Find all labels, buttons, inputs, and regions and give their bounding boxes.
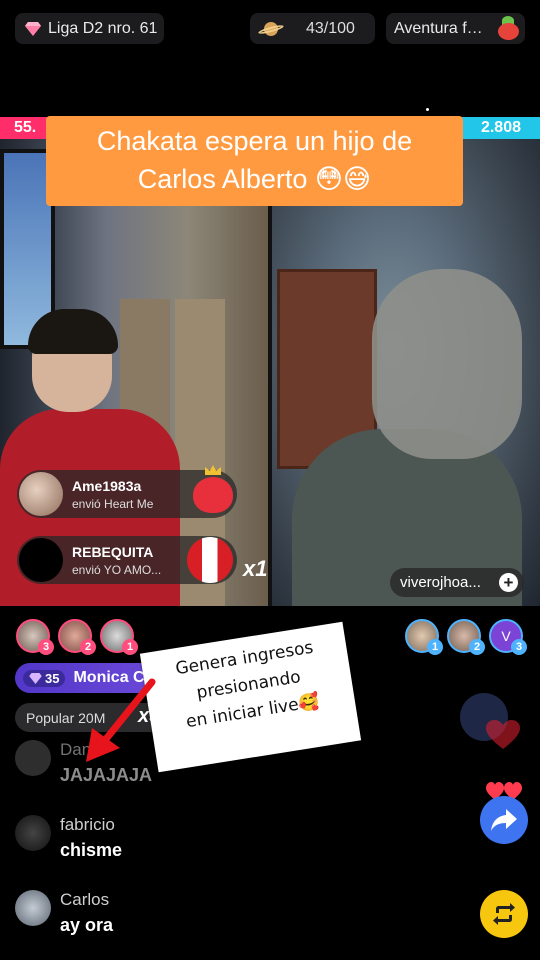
top-gifter-avatar[interactable]: 1 [100,619,138,655]
top-gifter-avatar[interactable]: 2 [58,619,96,655]
adventure-label: Aventura f… [394,19,483,37]
opponent-streamer-tag[interactable]: viverojhoa... + [390,568,524,597]
left-score: 55. [14,119,37,136]
progress-pill[interactable]: 43/100 [250,13,375,44]
fruit-sticker-icon [495,16,521,41]
top-gifter-avatar[interactable]: V 3 [489,619,527,655]
list-item: Carlos ay ora [15,890,113,936]
right-score-bar: 2.808 [460,117,540,139]
list-item: fabricio chisme [15,815,122,861]
top-gifter-avatar[interactable]: 3 [16,619,54,655]
streamer-left-hair [28,309,118,354]
gift-description: envió YO AMO... [72,562,162,577]
promo-sticker: Genera ingresos presionando en iniciar l… [139,621,362,773]
avatar[interactable] [15,815,51,851]
right-stream-video[interactable] [272,139,540,606]
comment-message: JAJAJAJA [60,765,153,785]
gift-sender: REBEQUITA [72,543,154,560]
gift-notification: REBEQUITA envió YO AMO... [17,536,237,584]
red-arrow-icon [86,678,156,762]
gift-sender: Ame1983a [72,477,142,494]
decor-dot [426,108,429,111]
avatar [19,538,63,582]
comment-username[interactable]: Carlos [60,890,113,910]
progress-count: 43/100 [306,19,355,37]
heart-gift-icon [187,465,239,517]
avatar[interactable] [15,890,51,926]
comment-message: chisme [60,840,123,860]
level-badge: 35 [23,669,66,687]
gift-description: envió Heart Me [72,496,154,511]
avatar [19,472,63,516]
repost-button[interactable] [480,890,528,938]
top-gifter-avatar[interactable]: 1 [405,619,443,655]
league-label: Liga D2 nro. 61 [48,19,158,37]
planet-icon [257,20,285,38]
peru-ball-gift-icon [187,537,239,583]
gift-notification: Ame1983a envió Heart Me [17,465,239,518]
comment-message: ay ora [60,915,114,935]
top-gifter-avatar[interactable]: 2 [447,619,485,655]
comment-username[interactable]: fabricio [60,815,122,835]
avatar[interactable] [15,740,51,776]
streamer-right-face [372,269,522,459]
repost-icon [493,903,515,925]
video-caption: Chakata espera un hijo de Carlos Alberto… [46,116,463,206]
share-arrow-icon [491,809,517,831]
diamond-icon [29,672,42,684]
opponent-username: viverojhoa... [400,574,481,591]
league-pill[interactable]: Liga D2 nro. 61 [15,13,164,44]
follow-plus-icon[interactable]: + [499,573,518,592]
share-button[interactable] [480,796,528,844]
adventure-pill[interactable]: Aventura f… [386,13,525,44]
right-score: 2.808 [480,119,521,136]
faded-heart-icon [486,720,520,749]
gift-combo-count: x1 [243,556,268,581]
diamond-icon [25,21,41,36]
